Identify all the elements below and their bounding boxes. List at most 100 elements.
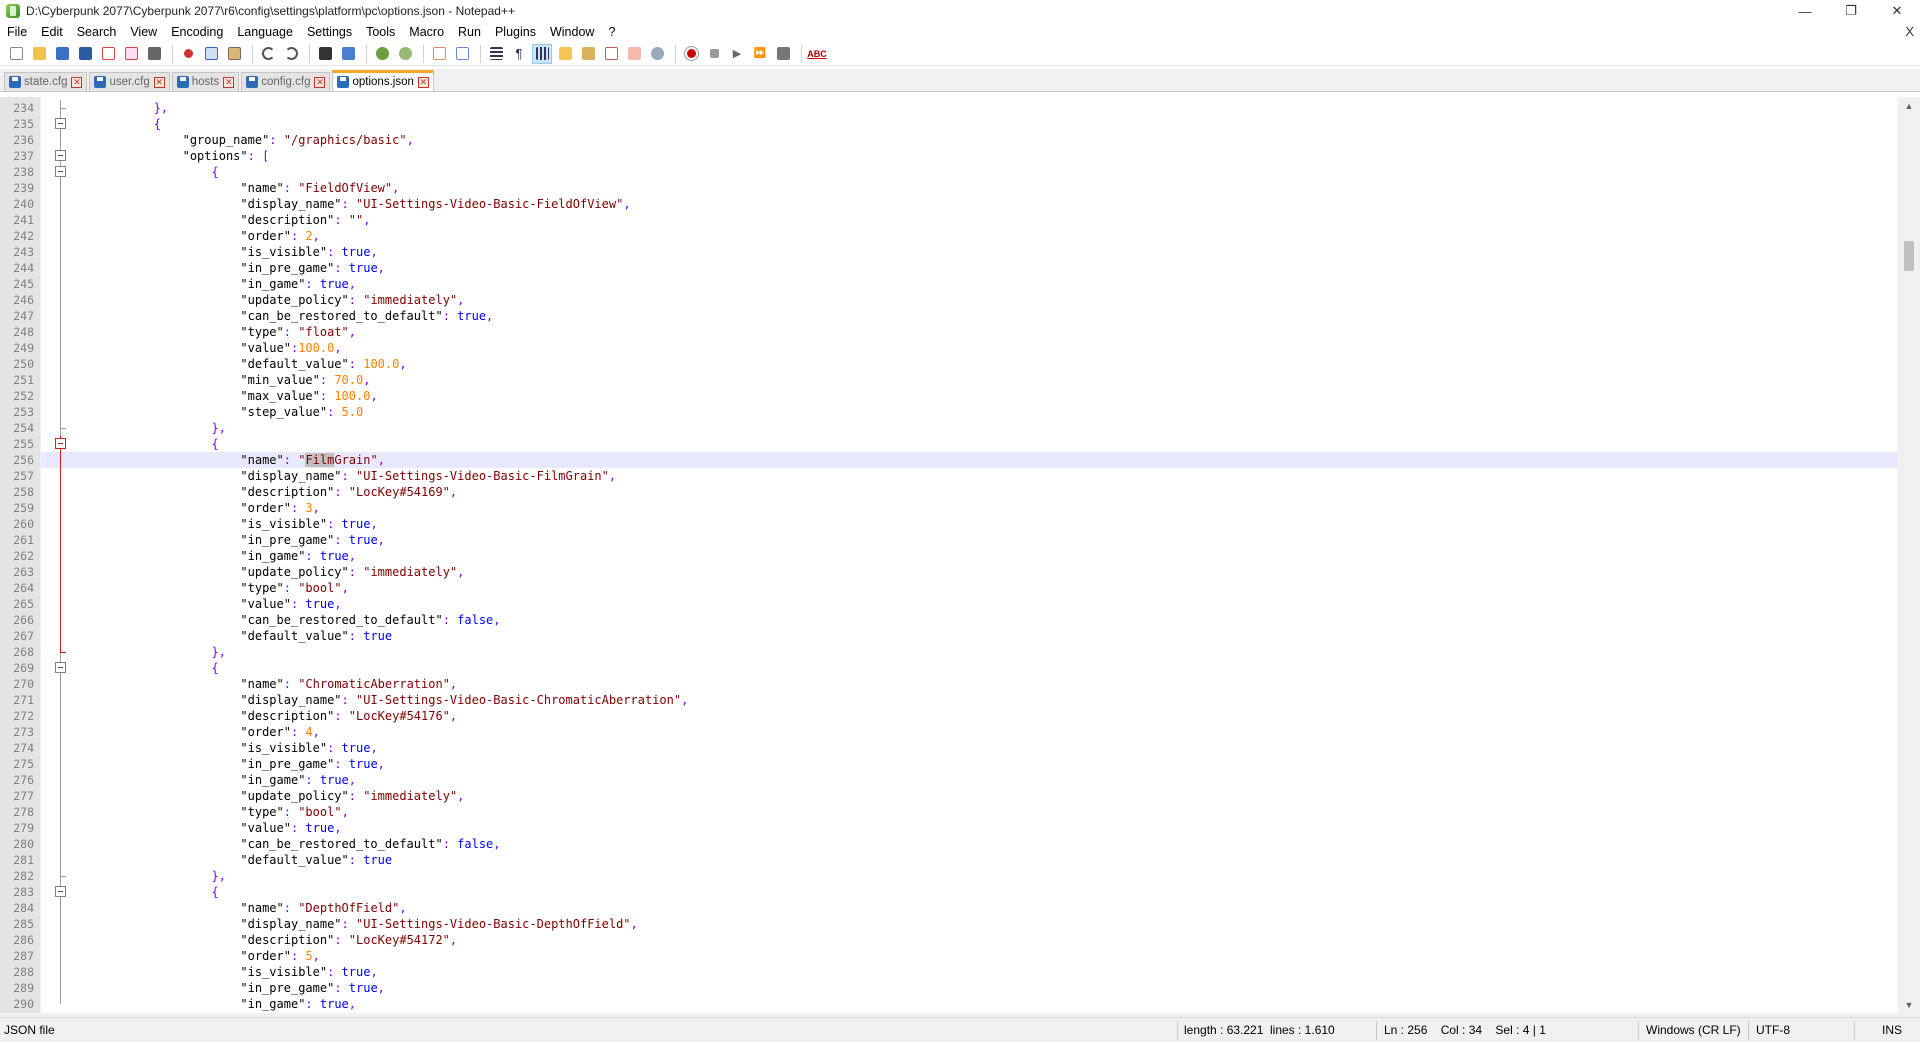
code-line[interactable]: "description": "LocKey#54172", [67,932,1898,948]
close-window-button[interactable]: ✕ [1874,0,1920,22]
code-line[interactable]: "update_policy": "immediately", [67,788,1898,804]
new-file-icon[interactable] [6,44,26,64]
code-line[interactable]: "options": [ [67,148,1898,164]
tab-state-cfg[interactable]: state.cfg ✕ [4,72,88,91]
fold-toggle-icon[interactable] [55,118,66,129]
zoom-out-icon[interactable] [395,44,415,64]
sync-vertical-scroll-icon[interactable] [429,44,449,64]
code-line[interactable]: "type": "bool", [67,804,1898,820]
code-line[interactable]: "in_pre_game": true, [67,756,1898,772]
fold-toggle-icon[interactable] [55,438,66,449]
code-line[interactable]: "value": true, [67,596,1898,612]
paste-icon[interactable] [224,44,244,64]
code-line[interactable]: "min_value": 70.0, [67,372,1898,388]
close-tab-icon[interactable]: ✕ [223,76,235,88]
menu-encoding[interactable]: Encoding [164,22,230,42]
menu-view[interactable]: View [123,22,164,42]
code-line[interactable]: "update_policy": "immediately", [67,564,1898,580]
code-line[interactable]: "can_be_restored_to_default": true, [67,308,1898,324]
show-all-characters-icon[interactable]: ¶ [509,44,529,64]
scrollbar-thumb[interactable] [1904,241,1914,271]
fold-toggle-icon[interactable] [55,886,66,897]
fold-toggle-icon[interactable] [55,662,66,673]
code-area[interactable]: }, { "group_name": "/graphics/basic", "o… [67,97,1898,1013]
copy-icon[interactable] [201,44,221,64]
menu-file[interactable]: File [0,22,34,42]
code-line[interactable]: "display_name": "UI-Settings-Video-Basic… [67,692,1898,708]
replace-icon[interactable] [338,44,358,64]
code-line[interactable]: { [67,884,1898,900]
code-line[interactable]: "display_name": "UI-Settings-Video-Basic… [67,468,1898,484]
maximize-button[interactable]: ❐ [1828,0,1874,22]
code-line[interactable]: "in_game": true, [67,548,1898,564]
code-line[interactable]: }, [67,420,1898,436]
code-line[interactable]: "is_visible": true, [67,964,1898,980]
code-line[interactable]: "update_policy": "immediately", [67,292,1898,308]
code-line[interactable]: { [67,164,1898,180]
code-line[interactable]: "type": "bool", [67,580,1898,596]
code-line[interactable]: { [67,116,1898,132]
code-line[interactable]: "value": true, [67,820,1898,836]
cut-icon[interactable] [178,44,198,64]
stop-recording-icon[interactable] [704,44,724,64]
code-line[interactable]: "name": "FilmGrain", [67,452,1898,468]
code-line[interactable]: "display_name": "UI-Settings-Video-Basic… [67,196,1898,212]
vertical-scrollbar[interactable]: ▲ ▼ [1898,97,1920,1013]
menu-macro[interactable]: Macro [402,22,451,42]
code-line[interactable]: }, [67,868,1898,884]
menu-plugins[interactable]: Plugins [488,22,543,42]
code-line[interactable]: "order": 5, [67,948,1898,964]
zoom-in-icon[interactable] [372,44,392,64]
fold-toggle-icon[interactable] [55,166,66,177]
code-line[interactable]: "default_value": true [67,628,1898,644]
tab-config-cfg[interactable]: config.cfg ✕ [241,72,331,91]
code-line[interactable]: "is_visible": true, [67,740,1898,756]
undo-icon[interactable] [258,44,278,64]
code-line[interactable]: "in_game": true, [67,276,1898,292]
code-line[interactable]: }, [67,100,1898,116]
editor[interactable]: 234 235 236 237 238 239 240 241 242 243 244 245 246 2… [0,97,1920,1013]
tab-options-json[interactable]: options.json ✕ [332,70,434,91]
code-line[interactable]: "description": "LocKey#54176", [67,708,1898,724]
menu-settings[interactable]: Settings [300,22,359,42]
run-macro-multiple-times-icon[interactable]: ⏩ [750,44,770,64]
code-line[interactable]: "is_visible": true, [67,244,1898,260]
code-line[interactable]: "default_value": 100.0, [67,356,1898,372]
fold-toggle-icon[interactable] [55,150,66,161]
menu-tools[interactable]: Tools [359,22,402,42]
sync-horizontal-scroll-icon[interactable] [452,44,472,64]
code-line[interactable]: "step_value": 5.0 [67,404,1898,420]
record-macro-icon[interactable] [681,44,701,64]
code-line[interactable]: "max_value": 100.0, [67,388,1898,404]
code-line[interactable]: "in_pre_game": true, [67,532,1898,548]
code-line[interactable]: { [67,660,1898,676]
playback-macro-icon[interactable]: ▶ [727,44,747,64]
folder-as-workspace-icon[interactable] [624,44,644,64]
close-document-button[interactable]: X [1905,22,1914,42]
indent-guide-icon[interactable] [532,43,552,64]
scroll-up-arrow-icon[interactable]: ▲ [1898,97,1920,114]
code-line[interactable]: "type": "float", [67,324,1898,340]
code-line[interactable]: { [67,436,1898,452]
code-line[interactable]: "group_name": "/graphics/basic", [67,132,1898,148]
code-line[interactable]: "name": "FieldOfView", [67,180,1898,196]
code-line[interactable]: "display_name": "UI-Settings-Video-Basic… [67,916,1898,932]
minimize-button[interactable]: — [1782,0,1828,22]
code-line[interactable]: "order": 3, [67,500,1898,516]
code-line[interactable]: "description": "LocKey#54169", [67,484,1898,500]
code-line[interactable]: "value":100.0, [67,340,1898,356]
word-wrap-icon[interactable] [486,44,506,64]
status-position[interactable]: Ln : 256 Col : 34 Sel : 4 | 1 [1380,1018,1546,1042]
code-line[interactable]: "description": "", [67,212,1898,228]
close-tab-icon[interactable]: ✕ [314,76,326,88]
tab-user-cfg[interactable]: user.cfg ✕ [89,72,170,91]
scroll-down-arrow-icon[interactable]: ▼ [1898,996,1920,1013]
code-line[interactable]: "default_value": true [67,852,1898,868]
close-tab-icon[interactable]: ✕ [153,76,165,88]
close-tab-icon[interactable]: ✕ [71,76,83,88]
status-encoding[interactable]: UTF-8 [1752,1018,1790,1042]
fold-margin[interactable] [40,97,68,1013]
code-line[interactable]: "in_game": true, [67,772,1898,788]
status-eol[interactable]: Windows (CR LF) [1642,1018,1741,1042]
menu-search[interactable]: Search [70,22,124,42]
